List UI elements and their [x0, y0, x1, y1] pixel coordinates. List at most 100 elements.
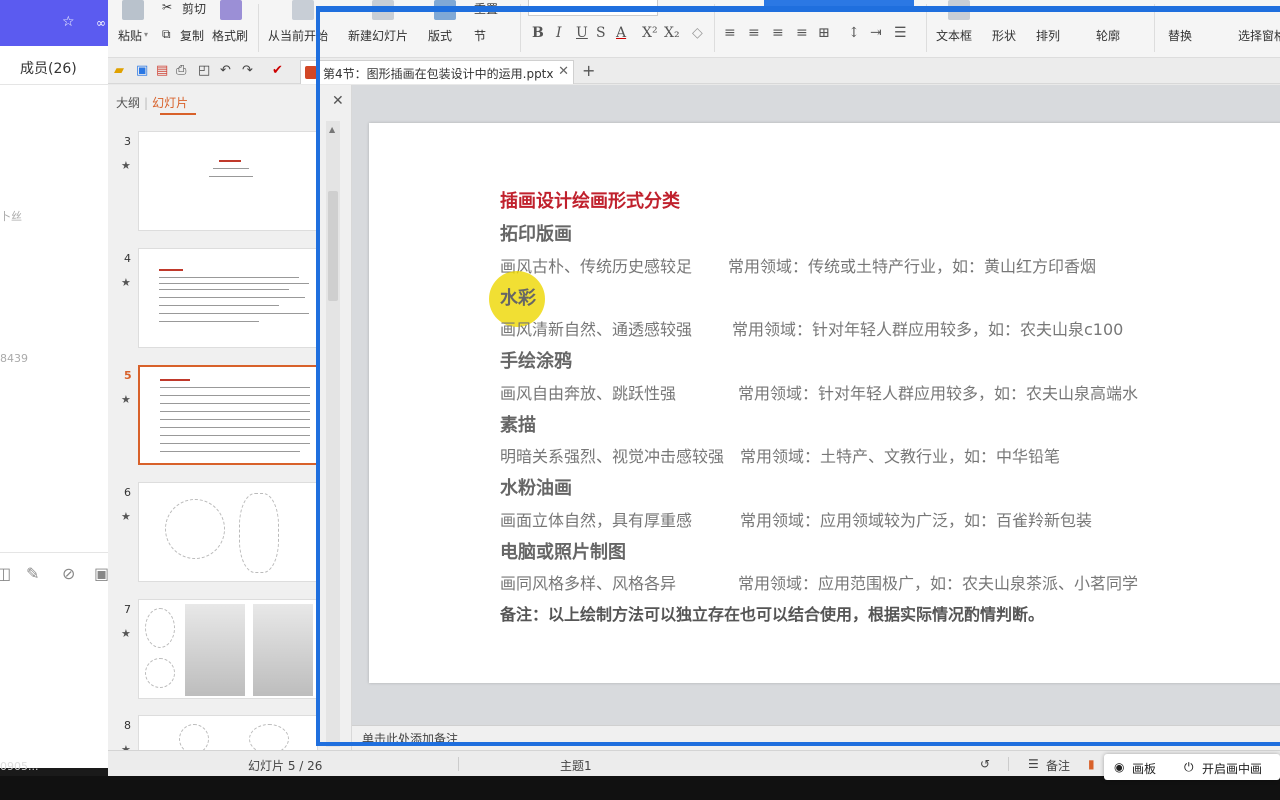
strikethrough-icon[interactable]: S [596, 25, 606, 41]
italic-icon[interactable]: I [556, 25, 562, 41]
bold-icon[interactable]: B [532, 25, 544, 41]
format-painter-button[interactable]: 格式刷 [212, 27, 248, 44]
item-heading[interactable]: 电脑或照片制图 [500, 538, 626, 564]
canvas-button[interactable]: 画板 [1132, 760, 1156, 777]
copy-icon[interactable]: ⧉ [162, 27, 171, 42]
item-description[interactable]: 画同风格多样、风格各异 常用领域：应用范围极广，如：农夫山泉茶派、小茗同学 [500, 570, 1138, 594]
slide-thumbnail[interactable]: 4 ★ [108, 248, 320, 348]
layout-button[interactable]: 版式 [428, 27, 452, 44]
picture-in-picture-button[interactable]: 开启画中画 [1202, 760, 1262, 777]
close-icon[interactable]: ✕ [332, 93, 344, 109]
new-tab-icon[interactable]: + [582, 61, 595, 80]
power-icon[interactable]: ⏻ [1184, 760, 1194, 775]
font-color-icon[interactable]: A [616, 25, 626, 41]
star-icon[interactable]: ★ [121, 510, 131, 523]
item-description[interactable]: 明暗关系强烈、视觉冲击感较强 常用领域：土特产、文教行业，如：中华铅笔 [500, 443, 1060, 467]
slide-number: 3 [124, 135, 131, 148]
document-tab[interactable]: 第4节：图形插画在包装设计中的运用.pptx ✕ [300, 60, 574, 84]
align-center-icon[interactable]: ≡ [748, 25, 760, 41]
customize-icon[interactable]: ✔ [272, 63, 283, 78]
speaker-notes-field[interactable]: 单击此处添加备注 [352, 725, 1280, 750]
underline-icon[interactable]: U [576, 25, 588, 41]
arrange-button[interactable]: 排列 [1036, 27, 1060, 44]
normal-view-icon[interactable]: ▮ [1088, 757, 1095, 771]
print-preview-icon[interactable]: ◰ [198, 63, 210, 78]
slide-thumbnail[interactable]: 8 ★ [108, 715, 320, 750]
new-slide-icon[interactable] [372, 0, 394, 20]
slide-title[interactable]: 插画设计绘画形式分类 [500, 187, 680, 213]
export-pdf-icon[interactable]: ▤ [156, 63, 168, 78]
clear-format-icon[interactable]: ◇ [692, 25, 703, 41]
undo-icon[interactable]: ↶ [220, 63, 231, 78]
tab-outline[interactable]: 大纲 [116, 96, 140, 110]
layout-icon[interactable] [434, 0, 456, 20]
item-heading[interactable]: 手绘涂鸦 [500, 347, 572, 373]
item-description[interactable]: 画面立体自然，具有厚重感 常用领域：应用领域较为广泛，如：百雀羚新包装 [500, 507, 1092, 531]
palette-icon[interactable]: ◉ [1114, 760, 1124, 774]
star-icon[interactable]: ★ [121, 743, 131, 750]
scrollbar-thumb[interactable] [328, 191, 338, 301]
history-icon[interactable]: ↺ [980, 757, 990, 771]
item-heading[interactable]: 素描 [500, 411, 536, 437]
format-painter-icon[interactable] [220, 0, 242, 20]
distribute-icon[interactable]: ⊞ [818, 25, 830, 41]
notes-icon[interactable]: ☰ [1028, 757, 1039, 771]
chat-text-fragment: 卜丝 [0, 210, 22, 223]
edit-icon[interactable]: ✎ [26, 564, 39, 583]
cut-button[interactable]: 剪切 [182, 0, 206, 17]
slide-canvas[interactable]: 插画设计绘画形式分类 拓印版画 画风古朴、传统历史感较足 常用领域：传统或土特产行… [369, 123, 1280, 683]
item-description[interactable]: 画风清新自然、通透感较强 常用领域：针对年轻人群应用较多，如：农夫山泉c100 [500, 316, 1123, 340]
lock-icon[interactable]: ▣ [94, 564, 109, 583]
superscript-icon[interactable]: X² [642, 25, 658, 41]
align-right-icon[interactable]: ≡ [772, 25, 784, 41]
from-current-slide-button[interactable]: 从当前开始 [268, 27, 328, 44]
new-slide-button[interactable]: 新建幻灯片 [348, 27, 408, 44]
section-button[interactable]: 节 [474, 27, 486, 44]
replace-button[interactable]: 替换 [1168, 27, 1192, 44]
thumbnail-scrollbar[interactable]: ▲ [326, 121, 340, 747]
outline-button[interactable]: 轮廓 [1096, 27, 1120, 44]
scroll-up-icon[interactable]: ▲ [329, 125, 335, 134]
item-heading[interactable]: 水粉油画 [500, 474, 572, 500]
close-icon[interactable]: ✕ [558, 64, 569, 79]
copy-button[interactable]: 复制 [180, 27, 204, 44]
align-left-icon[interactable]: ≡ [724, 25, 736, 41]
justify-icon[interactable]: ≡ [796, 25, 808, 41]
indent-icon[interactable]: ⇥ [870, 25, 882, 41]
star-icon[interactable]: ★ [121, 159, 131, 172]
print-icon[interactable]: ⎙ [176, 63, 186, 78]
tab-slides[interactable]: 幻灯片 [152, 96, 188, 110]
text-box-button[interactable]: 文本框 [936, 27, 972, 44]
slideshow-icon[interactable] [292, 0, 314, 20]
block-icon[interactable]: ⊘ [62, 564, 75, 583]
shape-button[interactable]: 形状 [992, 27, 1016, 44]
item-heading[interactable]: 拓印版画 [500, 220, 572, 246]
notes-toggle-button[interactable]: 备注 [1046, 757, 1070, 774]
slide-thumbnail[interactable]: 6 ★ [108, 482, 320, 582]
slide-thumbnail-selected[interactable]: 5 ★ [108, 365, 320, 465]
star-icon[interactable]: ★ [121, 393, 131, 406]
item-description[interactable]: 画风自由奔放、跳跃性强 常用领域：针对年轻人群应用较多，如：农夫山泉高端水 [500, 380, 1138, 404]
redo-icon[interactable]: ↷ [242, 63, 253, 78]
slide-thumbnail[interactable]: 3 ★ [108, 131, 320, 231]
text-box-icon[interactable] [948, 0, 970, 20]
bullets-icon[interactable]: ☰ [894, 25, 907, 41]
cut-icon[interactable]: ✂ [162, 0, 172, 14]
slide-note[interactable]: 备注：以上绘制方法可以独立存在也可以结合使用，根据实际情况酌情判断。 [500, 601, 1044, 625]
open-folder-icon[interactable]: ▰ [114, 63, 124, 78]
select-pane-button[interactable]: 选择窗格 [1238, 27, 1280, 44]
star-icon[interactable]: ★ [121, 276, 131, 289]
subscript-icon[interactable]: X₂ [664, 25, 680, 41]
paste-icon[interactable] [122, 0, 144, 20]
link-icon[interactable]: ∞ [96, 16, 106, 30]
slide-thumbnail[interactable]: 7 ★ [108, 599, 320, 699]
screenshot-icon[interactable]: ◫ [0, 564, 11, 583]
line-spacing-icon[interactable]: ↕ [848, 25, 860, 41]
save-icon[interactable]: ▣ [136, 63, 148, 78]
paste-button[interactable]: 粘贴 [118, 27, 142, 44]
chevron-down-icon[interactable]: ▾ [144, 30, 148, 39]
members-count[interactable]: 成员(26) [20, 58, 77, 78]
item-heading[interactable]: 水彩 [500, 284, 536, 310]
pin-icon[interactable]: ☆ [62, 14, 75, 30]
star-icon[interactable]: ★ [121, 627, 131, 640]
